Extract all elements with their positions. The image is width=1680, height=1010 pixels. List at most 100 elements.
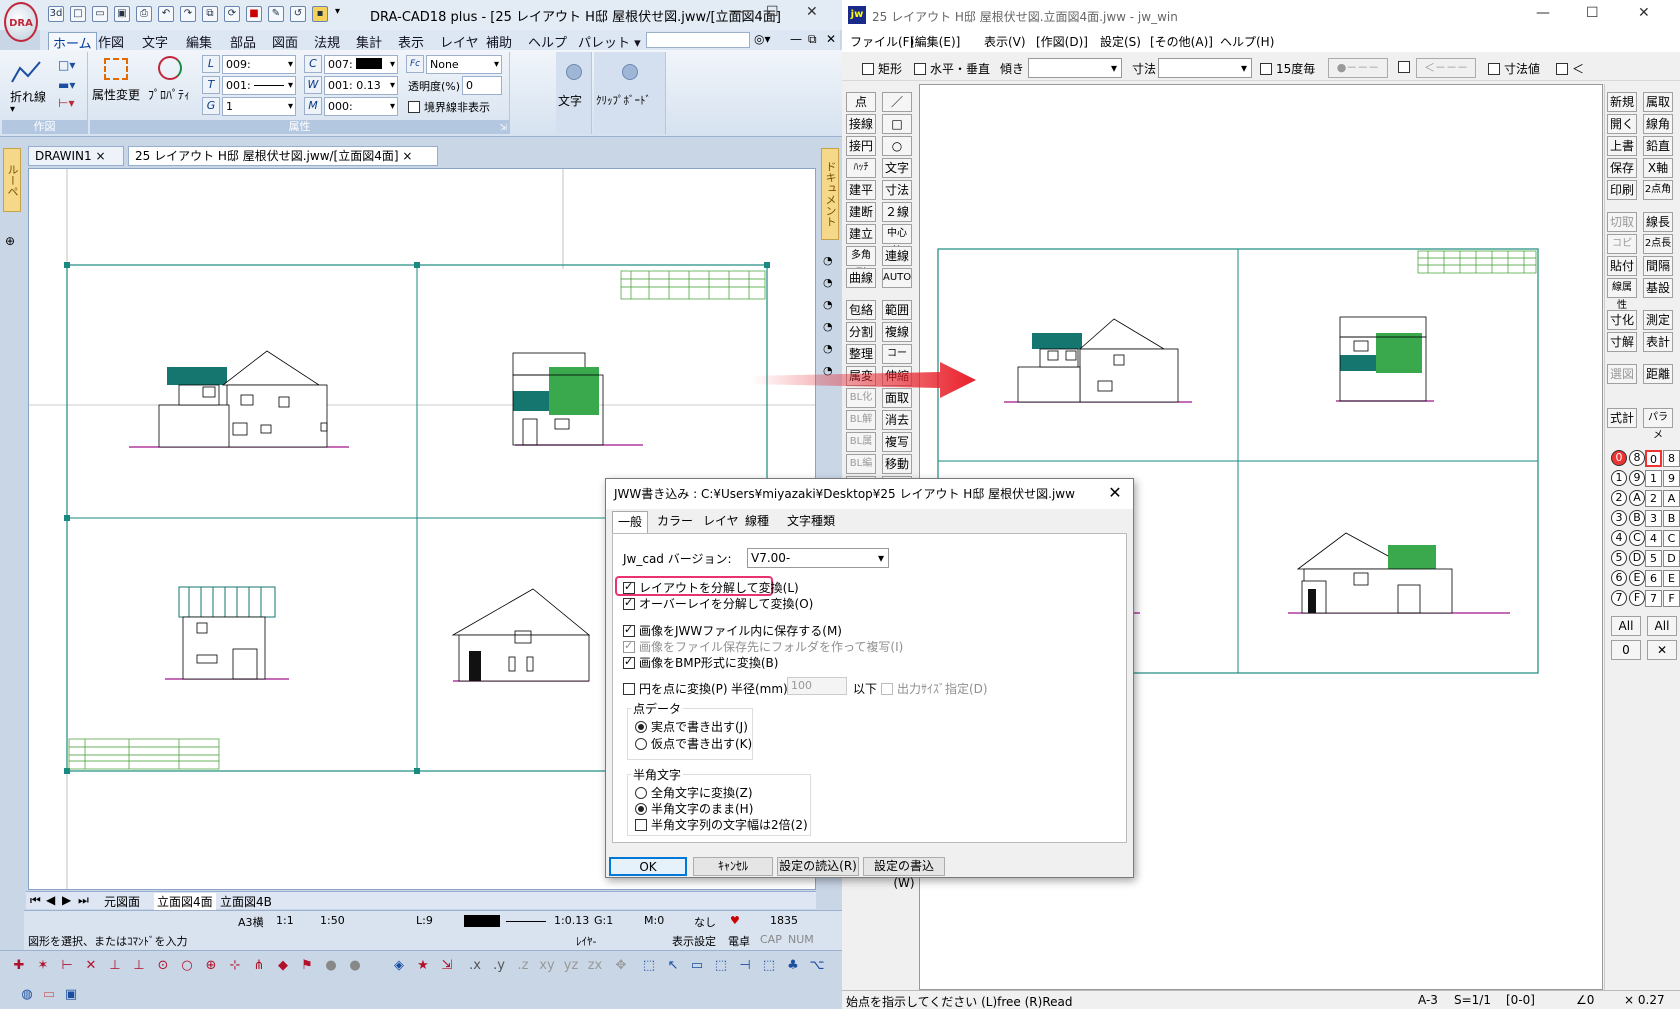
jw-tool-button[interactable]: ○ <box>882 136 912 156</box>
text-icon[interactable] <box>566 64 582 80</box>
snap-gray1-icon[interactable]: ● <box>322 957 340 975</box>
dra-logo[interactable]: DRA <box>4 2 38 42</box>
layer-group-button[interactable]: 3 <box>1611 510 1627 526</box>
filter-icon[interactable]: ⌥ <box>808 957 826 975</box>
layer-button[interactable]: 8 <box>1663 450 1680 467</box>
jw-tool-button[interactable]: 線属性 <box>1607 278 1637 311</box>
jw-tool-button[interactable]: 建断 <box>846 202 876 222</box>
panel-icon-3[interactable]: ◔ <box>823 298 833 311</box>
image-folder-checkbox[interactable]: 画像をファイル保存先にフォルダを作って複写(I) <box>623 638 903 655</box>
layer-all-button[interactable]: All <box>1611 616 1641 636</box>
jw-tool-button[interactable]: 測定 <box>1643 310 1673 330</box>
select-icon[interactable]: ⬚ <box>640 957 658 975</box>
bottom-tool3-icon[interactable]: ▣ <box>62 986 80 1004</box>
jw-tool-button[interactable]: 新規 <box>1607 92 1637 112</box>
rect-draw-icon[interactable]: □▾ <box>58 58 75 72</box>
fill-icon[interactable]: ▬▾ <box>58 78 75 92</box>
jw-tool-button[interactable]: 範囲 <box>882 300 912 320</box>
ok-button[interactable]: OK <box>609 857 687 876</box>
jw-tool-button[interactable]: 建立 <box>846 224 876 244</box>
status-scale1[interactable]: 1:1 <box>276 914 294 927</box>
jw-tool-button[interactable]: 曲線 <box>846 268 876 288</box>
jw-status-angle[interactable]: ∠0 <box>1576 993 1594 1007</box>
layer-button[interactable]: E <box>1663 570 1680 587</box>
tab-draw[interactable]: 作図 <box>98 32 124 51</box>
snap-end-icon[interactable]: ✶ <box>34 957 52 975</box>
half-double-checkbox[interactable]: 半角文字列の文字幅は2倍(2) <box>635 816 808 833</box>
save-icon[interactable]: ▣ <box>114 6 130 22</box>
axis-x-icon[interactable]: .x <box>466 957 484 975</box>
jw-tool-button[interactable]: 切取 <box>1607 212 1637 232</box>
tab-home[interactable]: ホーム <box>48 32 97 52</box>
jw-tool-button[interactable]: 点 <box>846 92 876 112</box>
axis-xy-icon[interactable]: xy <box>538 957 556 975</box>
dim-select[interactable] <box>1158 58 1252 78</box>
sheet-next-icon[interactable]: ▶ <box>62 893 71 907</box>
jw-tool-button[interactable]: 複線 <box>882 322 912 342</box>
jw-tool-button[interactable]: □ <box>882 114 912 134</box>
layer-button[interactable]: 7 <box>1645 590 1662 607</box>
dialog-tab-color[interactable]: カラー <box>652 511 698 533</box>
layer-button[interactable]: 9 <box>1663 470 1680 487</box>
jw-tool-button[interactable]: パラメ <box>1643 408 1673 441</box>
output-size-checkbox[interactable]: 出力ｻｲｽﾞ指定(D) <box>881 680 988 697</box>
layer-button[interactable]: 5 <box>1645 550 1662 567</box>
jw-tool-button[interactable]: 保存 <box>1607 158 1637 178</box>
jw-tool-button[interactable]: 貼付 <box>1607 256 1637 276</box>
command-search-input[interactable] <box>646 32 750 48</box>
attr-change-icon[interactable] <box>104 58 128 80</box>
layer-combo[interactable]: 009: <box>222 55 296 74</box>
group-combo[interactable]: 1 <box>222 97 296 116</box>
bottom-tool1-icon[interactable]: ◍ <box>18 986 36 1004</box>
jw-maximize-icon[interactable]: ☐ <box>1586 5 1599 21</box>
jw-tool-button[interactable]: 印刷 <box>1607 180 1637 200</box>
snap-perp-icon[interactable]: ⊥ <box>106 957 124 975</box>
dialog-tab-linetype[interactable]: 線種 <box>740 511 774 533</box>
axis-zx-icon[interactable]: zx <box>586 957 604 975</box>
status-lw[interactable]: 1:0.13 <box>554 914 589 927</box>
print-icon[interactable]: ⎙ <box>136 6 152 22</box>
status-g[interactable]: G:1 <box>594 914 613 927</box>
minimize-icon[interactable]: — <box>730 4 744 20</box>
loupe-tab[interactable]: ルーペ <box>3 148 21 212</box>
jw-tool-button[interactable]: 鉛直 <box>1643 136 1673 156</box>
jw-tool-button[interactable]: ２線 <box>882 202 912 222</box>
jw-tool-button[interactable]: BL編 <box>846 454 876 474</box>
undo2-icon[interactable]: ↺ <box>290 6 306 22</box>
status-paper[interactable]: A3横 <box>238 914 264 930</box>
load-settings-button[interactable]: 設定の読込(R) <box>777 857 859 876</box>
document-tab[interactable]: ドキュメント <box>821 148 839 240</box>
layer-button[interactable]: A <box>1663 490 1680 507</box>
doc-tab-close-icon[interactable]: × <box>96 149 106 163</box>
property-label[interactable]: ﾌﾟﾛﾊﾟﾃｨ <box>148 86 190 103</box>
arrow-point-button[interactable]: ●－－－ <box>1328 58 1388 78</box>
jw-tool-button[interactable]: 移動 <box>882 454 912 474</box>
tree-icon[interactable]: ♣ <box>784 957 802 975</box>
jw-tool-button[interactable]: 包絡 <box>846 300 876 320</box>
sub-minimize-icon[interactable]: — <box>790 32 802 46</box>
tab-law[interactable]: 法規 <box>314 32 340 51</box>
help-icon[interactable]: ◎▾ <box>754 32 771 46</box>
calculator-button[interactable]: 電卓 <box>728 933 750 949</box>
jw-tool-button[interactable]: 接線 <box>846 114 876 134</box>
maximize-icon[interactable]: ☐ <box>766 4 779 20</box>
display-setting-button[interactable]: 表示設定 <box>672 933 716 949</box>
3d-icon[interactable]: 3d <box>48 6 64 22</box>
layer-button[interactable]: 3 <box>1645 510 1662 527</box>
close-icon[interactable]: ✕ <box>806 4 818 20</box>
layer-button[interactable]: 1 <box>1645 470 1662 487</box>
snap-quad-icon[interactable]: ⊕ <box>202 957 220 975</box>
layer-button[interactable]: 6 <box>1645 570 1662 587</box>
snap-tangent-icon[interactable]: ⊥ <box>130 957 148 975</box>
jw-tool-button[interactable]: 式計 <box>1607 408 1637 428</box>
tilt-select[interactable] <box>1028 58 1122 78</box>
panel-icon-1[interactable]: ◔ <box>823 254 833 267</box>
panel-icon-5[interactable]: ◔ <box>823 342 833 355</box>
snap-circle-icon[interactable]: ○ <box>178 957 196 975</box>
jw-tool-button[interactable]: 2点長 <box>1643 234 1673 254</box>
tab-help[interactable]: ヘルプ <box>528 32 567 51</box>
jw-tool-button[interactable]: ／ <box>882 92 912 112</box>
tab-aux[interactable]: 補助 <box>486 32 512 51</box>
edit-icon[interactable]: ✎ <box>268 6 284 22</box>
lock-icon[interactable]: ▪ <box>312 6 328 22</box>
